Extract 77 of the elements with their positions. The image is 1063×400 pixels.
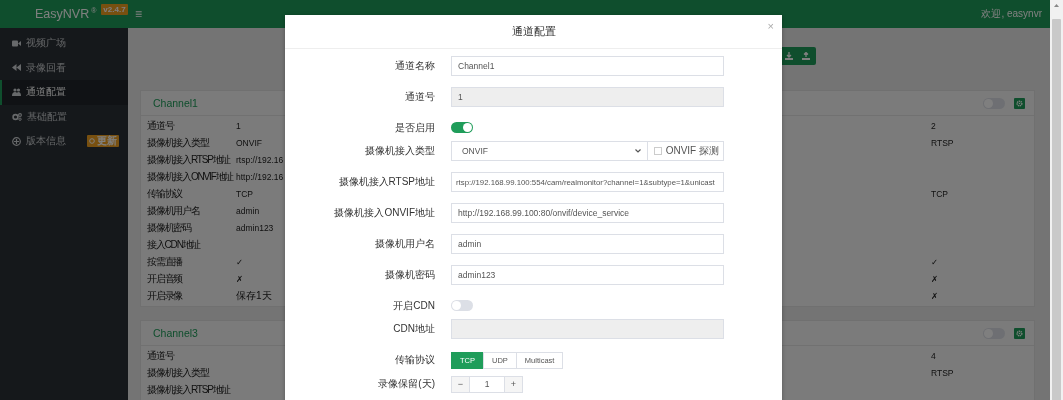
- field-label: 按需直播: [147, 255, 183, 267]
- field-value: ONVIF: [236, 137, 262, 148]
- field-value: TCP: [931, 188, 948, 199]
- video-camera-icon: [12, 39, 21, 47]
- field-value: 2: [931, 120, 936, 131]
- field-value: TCP: [236, 188, 253, 199]
- update-badge: 更新: [87, 135, 119, 148]
- plus-circle-icon: [12, 136, 21, 146]
- field-value: 保存1天: [236, 289, 272, 301]
- field-label: 通道号: [147, 119, 174, 131]
- text-field[interactable]: admin123: [451, 265, 724, 285]
- upload-icon[interactable]: [802, 52, 810, 60]
- channel-name: Channel1: [153, 97, 198, 109]
- increment-button[interactable]: +: [504, 375, 523, 393]
- welcome-text: 欢迎, easynvr: [981, 7, 1042, 21]
- field-label: 通道名称: [394, 59, 435, 73]
- field-label: 开启录像: [147, 289, 183, 301]
- field-label: 开启CDN: [392, 299, 435, 313]
- field-label: 录像保留(天): [377, 377, 435, 391]
- brand-name: EasyNVR: [35, 6, 90, 22]
- field-label: 摄像机密码: [147, 221, 191, 233]
- field-label: 是否启用: [394, 121, 435, 135]
- settings-button[interactable]: [1014, 97, 1025, 109]
- field-value: ✗: [931, 273, 939, 284]
- field-value: ✓: [931, 256, 939, 267]
- field-label: 接入CDN地址: [147, 238, 201, 250]
- field-value: ✗: [931, 290, 939, 301]
- checkbox[interactable]: [653, 147, 662, 155]
- field-label: 摄像机接入ONVIF地址: [147, 170, 234, 182]
- field-label: 摄像机接入类型: [147, 136, 209, 148]
- field-value: ✗: [236, 273, 244, 284]
- field-label: 摄像机接入RTSP地址: [147, 383, 231, 395]
- channel-name: Channel3: [153, 327, 198, 339]
- decrement-button[interactable]: −: [451, 375, 470, 393]
- field-value: rtsp://192.16: [236, 154, 284, 165]
- scroll-up-icon[interactable]: [1054, 4, 1059, 7]
- field-label: 摄像机接入类型: [147, 366, 209, 378]
- gear-icon: [1016, 329, 1023, 337]
- chevron-down-icon: [634, 149, 641, 153]
- field-label: 摄像机用户名: [374, 237, 435, 251]
- field-value: RTSP: [931, 367, 954, 378]
- dialog-title: 通道配置: [511, 24, 556, 39]
- field-value: RTSP: [931, 137, 954, 148]
- field-value: 1: [236, 120, 241, 131]
- settings-button[interactable]: [1014, 327, 1025, 339]
- scrollbar-thumb[interactable]: [1052, 19, 1061, 400]
- sidebar-item[interactable]: 通道配置: [0, 80, 128, 105]
- field-label: 传输协议: [147, 187, 183, 199]
- field-label: 摄像机接入RTSP地址: [147, 153, 231, 165]
- field-value: ✓: [236, 256, 244, 267]
- field-label: 摄像机密码: [384, 268, 435, 282]
- field-label: 摄像机用户名: [147, 204, 200, 216]
- gears-icon: [12, 112, 22, 121]
- toggle-switch[interactable]: [451, 122, 473, 133]
- field-label: 摄像机接入RTSP地址: [337, 175, 435, 189]
- text-field[interactable]: http://192.168.99.100:80/onvif/device_service: [451, 203, 724, 223]
- toggle-switch[interactable]: [451, 300, 473, 311]
- circle-icon: [89, 138, 95, 145]
- field-label: 摄像机接入类型: [364, 144, 435, 158]
- field-label: 通道号: [404, 90, 435, 104]
- rewind-icon: [12, 64, 21, 72]
- field-value: admin123: [236, 222, 274, 233]
- users-icon: [12, 88, 21, 97]
- gear-icon: [1016, 99, 1023, 107]
- field-label: CDN地址: [392, 322, 435, 336]
- field-value: 4: [931, 350, 936, 361]
- field-value: http://192.16: [236, 171, 284, 182]
- field-label: 开启音频: [147, 272, 183, 284]
- field-label: 通道号: [147, 349, 174, 361]
- version-badge: v2.4.7: [101, 4, 128, 15]
- field-value: admin: [236, 205, 260, 216]
- select-field[interactable]: ONVIF: [451, 141, 648, 161]
- field-label: 传输协议: [394, 353, 435, 367]
- download-icon[interactable]: [785, 52, 793, 60]
- text-field[interactable]: Channel1: [451, 56, 724, 76]
- field-label: 摄像机接入ONVIF地址: [333, 206, 435, 220]
- text-field[interactable]: admin: [451, 234, 724, 254]
